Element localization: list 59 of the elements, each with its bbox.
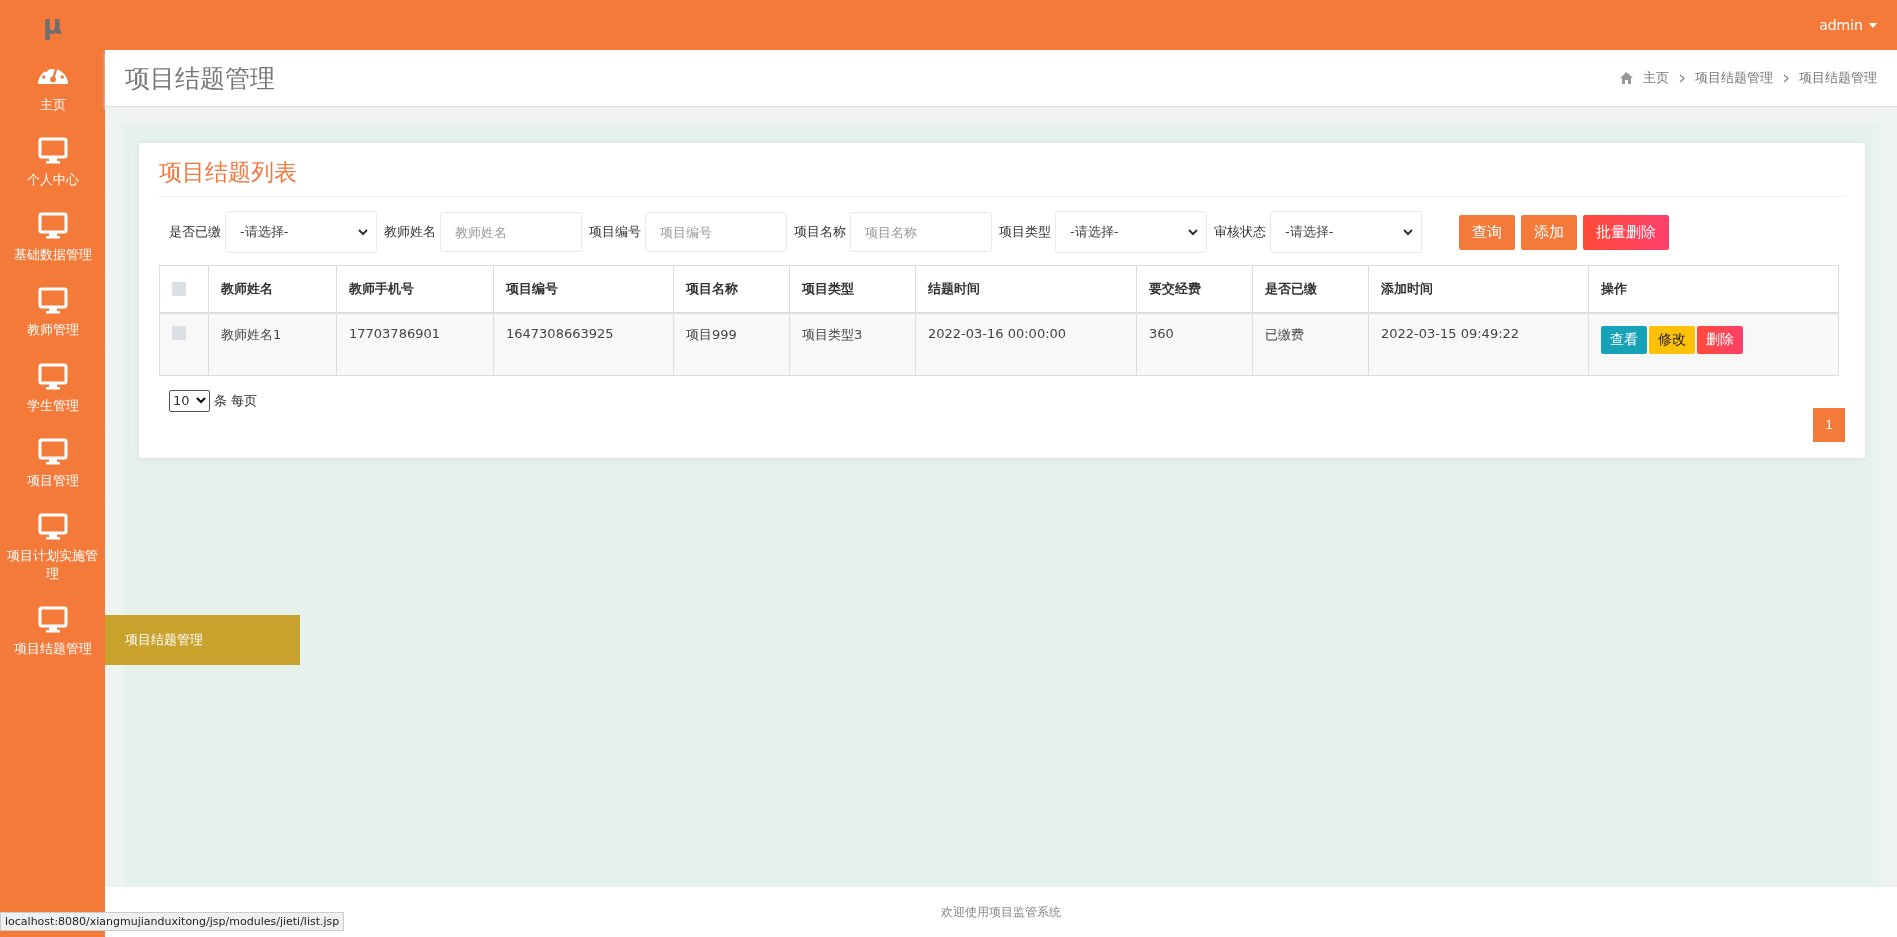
filter-label: 是否已缴	[169, 223, 221, 241]
select-field[interactable]: -请选择-	[1270, 211, 1422, 253]
table-cell: 2022-03-16 00:00:00	[915, 313, 1137, 375]
table-cell: 2022-03-15 09:49:22	[1368, 313, 1589, 375]
status-url: localhost:8080/xiangmujianduxitong/jsp/modules/jieti/list.jsp	[0, 912, 345, 931]
batch-delete-button[interactable]: 批量删除	[1583, 214, 1669, 250]
row-action-button[interactable]: 查看	[1601, 326, 1647, 354]
flyout-menu-item[interactable]: 项目结题管理	[105, 631, 203, 649]
table-cell: 项目类型3	[789, 313, 916, 375]
monitor-icon	[37, 287, 68, 316]
footer-text: 欢迎使用项目监管系统	[941, 903, 1061, 921]
dashboard-icon	[37, 68, 68, 85]
monitor-icon	[37, 362, 68, 391]
filter-label: 审核状态	[1214, 223, 1266, 241]
monitor-icon	[37, 606, 68, 634]
table-cell: 17703786901	[336, 313, 494, 375]
row-action-button[interactable]: 修改	[1649, 326, 1695, 354]
page-size-label: 条 每页	[213, 391, 257, 410]
table-cell: 项目999	[673, 313, 790, 375]
chevron-down-icon	[1188, 228, 1198, 236]
chevron-icon	[1679, 73, 1685, 83]
chevron-down-icon	[1403, 228, 1413, 236]
filter-label: 项目类型	[999, 223, 1051, 241]
table-cell: 360	[1136, 313, 1253, 375]
page-button[interactable]: 1	[1813, 407, 1845, 442]
page-size-select[interactable]: 10	[169, 389, 210, 412]
monitor-icon	[37, 512, 68, 541]
caret-icon	[1869, 22, 1877, 28]
input-field[interactable]: 教师姓名	[440, 212, 582, 252]
monitor-icon	[37, 212, 68, 241]
home-icon	[1620, 72, 1633, 84]
filter-label: 项目名称	[794, 223, 846, 241]
logo: μ	[41, 10, 64, 40]
breadcrumb-item[interactable]: 主页	[1643, 69, 1669, 87]
table-cell: 已缴费	[1252, 313, 1369, 375]
user-menu[interactable]: admin	[1819, 17, 1877, 33]
input-field[interactable]: 项目名称	[850, 212, 992, 252]
table-cell: 1647308663925	[493, 313, 674, 375]
breadcrumb-item[interactable]: 项目结题管理	[1799, 69, 1877, 87]
page-title: 项目结题管理	[125, 62, 275, 95]
chevron-down-icon	[358, 228, 368, 236]
checkbox[interactable]	[172, 326, 186, 340]
breadcrumb-item[interactable]: 项目结题管理	[1695, 69, 1773, 87]
select-field[interactable]: -请选择-	[225, 211, 377, 253]
chevron-down-icon	[195, 397, 206, 404]
filter-label: 教师姓名	[384, 223, 436, 241]
row-action-button[interactable]: 删除	[1697, 326, 1743, 354]
filter-label: 项目编号	[589, 223, 641, 241]
sidebar-item[interactable]: 主页	[0, 50, 105, 126]
table-cell: 教师姓名1	[208, 313, 337, 375]
action-button[interactable]: 查询	[1459, 214, 1515, 250]
checkbox[interactable]	[172, 282, 186, 296]
input-field[interactable]: 项目编号	[645, 212, 787, 252]
card-title: 项目结题列表	[159, 157, 1845, 197]
chevron-icon	[1783, 73, 1789, 83]
monitor-icon	[37, 437, 68, 466]
select-field[interactable]: -请选择-	[1055, 211, 1207, 253]
action-button[interactable]: 添加	[1521, 214, 1577, 250]
monitor-icon	[37, 137, 68, 166]
